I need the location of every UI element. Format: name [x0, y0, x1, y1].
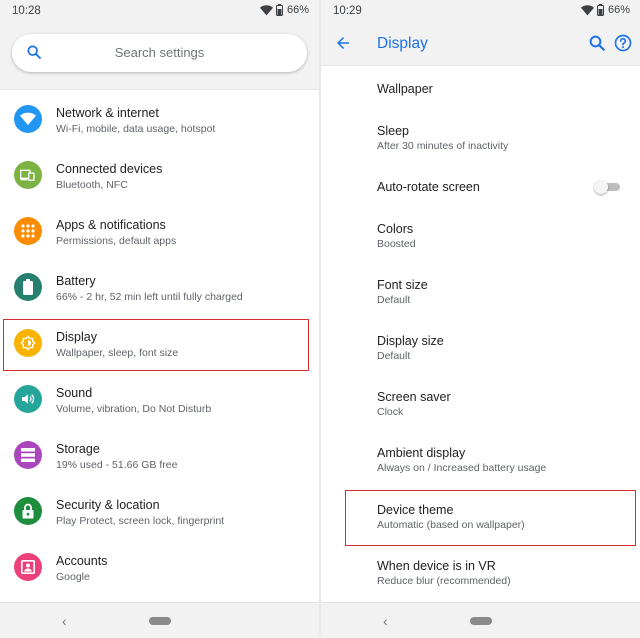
settings-item-sound[interactable]: Sound Volume, vibration, Do Not Disturb: [0, 372, 319, 428]
settings-item-connected-devices[interactable]: Connected devices Bluetooth, NFC: [0, 148, 319, 204]
help-icon[interactable]: [614, 34, 632, 52]
item-subtitle: Automatic (based on wallpaper): [377, 519, 525, 531]
item-subtitle: Play Protect, screen lock, fingerprint: [56, 515, 225, 527]
lock-icon: [14, 497, 42, 525]
display-item-display-size[interactable]: Display size Default: [321, 322, 640, 378]
display-settings-screen: 10:29 66% Display Wallpaper Sleep After …: [321, 0, 640, 638]
status-time: 10:29: [333, 5, 362, 17]
settings-item-network[interactable]: Network & internet Wi-Fi, mobile, data u…: [0, 92, 319, 148]
item-subtitle: Google: [56, 571, 90, 583]
item-title: Display: [56, 330, 97, 344]
status-bar: 10:29 66%: [321, 0, 640, 22]
nav-back-icon[interactable]: ‹: [62, 613, 67, 629]
navigation-bar: ‹: [321, 602, 640, 638]
nav-home-pill[interactable]: [469, 617, 492, 625]
item-title: Display size: [377, 334, 444, 348]
settings-item-display[interactable]: Display Wallpaper, sleep, font size: [0, 316, 319, 372]
settings-item-accounts[interactable]: Accounts Google: [0, 540, 319, 596]
settings-item-security[interactable]: Security & location Play Protect, screen…: [0, 484, 319, 540]
display-item-font-size[interactable]: Font size Default: [321, 266, 640, 322]
item-subtitle: Default: [377, 350, 411, 362]
item-subtitle: Bluetooth, NFC: [56, 179, 128, 191]
battery-icon: [14, 273, 42, 301]
item-subtitle: Always on / Increased battery usage: [377, 462, 547, 474]
wifi-icon: [14, 105, 42, 133]
item-subtitle: Wi-Fi, mobile, data usage, hotspot: [56, 123, 216, 135]
item-subtitle: After 30 minutes of inactivity: [377, 140, 509, 152]
item-title: Network & internet: [56, 106, 159, 120]
item-title: Auto-rotate screen: [377, 180, 480, 194]
app-bar: Display: [321, 22, 640, 66]
item-subtitle: Reduce blur (recommended): [377, 575, 511, 587]
item-subtitle: Permissions, default apps: [56, 235, 177, 247]
display-item-screen-saver[interactable]: Screen saver Clock: [321, 378, 640, 434]
battery-percent: 66%: [607, 4, 630, 16]
item-title: Device theme: [377, 503, 454, 517]
battery-status-icon: [275, 4, 283, 16]
item-title: Ambient display: [377, 446, 466, 460]
display-item-auto-rotate[interactable]: Auto-rotate screen: [321, 160, 640, 216]
settings-item-battery[interactable]: Battery 66% - 2 hr, 52 min left until fu…: [0, 260, 319, 316]
item-title: Accounts: [56, 554, 108, 568]
account-icon: [14, 553, 42, 581]
search-placeholder: Search settings: [114, 45, 205, 60]
item-title: Colors: [377, 222, 414, 236]
item-subtitle: Default: [377, 294, 411, 306]
search-icon[interactable]: [588, 34, 606, 52]
item-title: Sound: [56, 386, 93, 400]
display-item-device-theme[interactable]: Device theme Automatic (based on wallpap…: [321, 491, 640, 547]
item-title: Security & location: [56, 498, 160, 512]
item-subtitle: Volume, vibration, Do Not Disturb: [56, 403, 212, 415]
auto-rotate-toggle[interactable]: [594, 180, 620, 194]
volume-icon: [14, 385, 42, 413]
nav-home-pill[interactable]: [148, 617, 171, 625]
item-title: Screen saver: [377, 390, 451, 404]
back-arrow-icon[interactable]: [334, 34, 352, 52]
brightness-icon: [14, 329, 42, 357]
wifi-signal-icon: [580, 4, 594, 15]
item-subtitle: Boosted: [377, 238, 416, 250]
item-subtitle: 66% - 2 hr, 52 min left until fully char…: [56, 291, 243, 303]
devices-icon: [14, 161, 42, 189]
settings-item-apps[interactable]: Apps & notifications Permissions, defaul…: [0, 204, 319, 260]
battery-percent: 66%: [286, 4, 309, 16]
status-bar: 10:28 66%: [0, 0, 319, 22]
search-header: Search settings: [0, 22, 319, 90]
item-title: Sleep: [377, 124, 409, 138]
nav-back-icon[interactable]: ‹: [383, 613, 388, 629]
item-title: Font size: [377, 278, 428, 292]
status-time: 10:28: [12, 5, 41, 17]
apps-icon: [14, 217, 42, 245]
search-settings-bar[interactable]: Search settings: [12, 34, 307, 72]
item-title: Wallpaper: [377, 82, 433, 96]
item-subtitle: Wallpaper, sleep, font size: [56, 347, 179, 359]
item-subtitle: Clock: [377, 406, 404, 418]
item-title: Storage: [56, 442, 100, 456]
item-subtitle: 19% used - 51.66 GB free: [56, 459, 178, 471]
page-title: Display: [377, 35, 428, 52]
storage-icon: [14, 441, 42, 469]
item-title: Connected devices: [56, 162, 163, 176]
display-item-vr[interactable]: When device is in VR Reduce blur (recomm…: [321, 547, 640, 603]
item-title: When device is in VR: [377, 559, 496, 573]
display-item-ambient-display[interactable]: Ambient display Always on / Increased ba…: [321, 434, 640, 490]
battery-status-icon: [596, 4, 604, 16]
toggle-thumb: [594, 180, 608, 194]
settings-screen: 10:28 66% Search settings Network & inte…: [0, 0, 319, 638]
settings-item-storage[interactable]: Storage 19% used - 51.66 GB free: [0, 428, 319, 484]
display-item-colors[interactable]: Colors Boosted: [321, 210, 640, 266]
wifi-signal-icon: [259, 4, 273, 15]
item-title: Battery: [56, 274, 96, 288]
navigation-bar: ‹: [0, 602, 319, 638]
item-title: Apps & notifications: [56, 218, 166, 232]
